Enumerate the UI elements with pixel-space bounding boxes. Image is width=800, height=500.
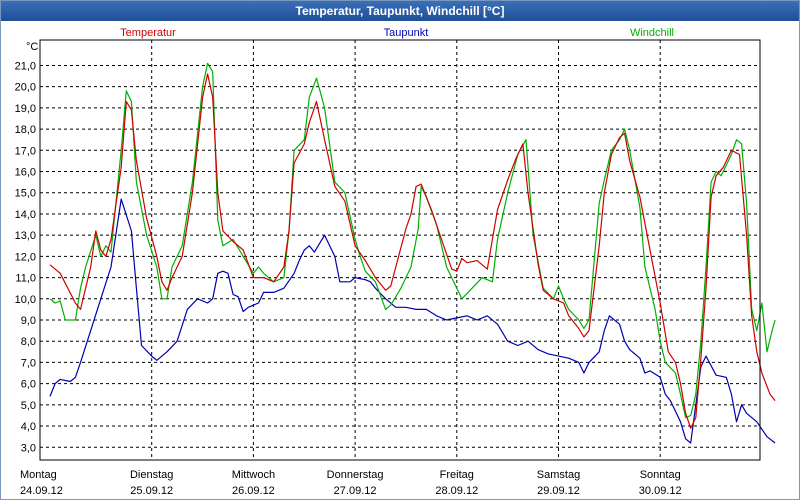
x-date-label: 30.09.12 (639, 485, 682, 497)
y-tick-label: 11,0 (15, 273, 36, 285)
legend-windchill: Windchill (630, 27, 674, 39)
x-day-label: Sonntag (640, 469, 681, 481)
legend-taupunkt: Taupunkt (384, 27, 429, 39)
y-tick-label: 9,0 (21, 315, 36, 327)
legend-temperatur: Temperatur (120, 27, 176, 39)
y-tick-label: 15,0 (15, 188, 36, 200)
y-tick-label: 16,0 (15, 167, 36, 179)
x-day-label: Dienstag (130, 469, 173, 481)
x-date-label: 24.09.12 (20, 485, 63, 497)
y-tick-label: 7,0 (21, 357, 36, 369)
y-tick-label: 14,0 (15, 209, 36, 221)
series-taupunkt (49, 198, 776, 444)
x-date-label: 26.09.12 (232, 485, 275, 497)
x-day-label: Samstag (537, 469, 580, 481)
x-date-label: 25.09.12 (130, 485, 173, 497)
y-tick-label: 20,0 (15, 82, 36, 94)
x-day-label: Mittwoch (232, 469, 275, 481)
y-tick-label: 18,0 (15, 124, 36, 136)
y-tick-labels: 3,0 4,0 5,0 6,0 7,0 8,0 9,0 10,0 11,0 12,0 13,0 14,… (15, 60, 36, 454)
x-tick-labels: Montag 24.09.12 Dienstag 25.09.12 Mittwoch 26… (20, 469, 682, 497)
x-date-label: 27.09.12 (334, 485, 377, 497)
chart-canvas: °C Temperatur Taupunkt Windchill 3,0 4,0 5… (15, 27, 776, 497)
y-tick-label: 10,0 (15, 294, 36, 306)
series-windchill (49, 62, 776, 419)
y-axis-unit: °C (26, 41, 38, 53)
y-tick-label: 17,0 (15, 145, 36, 157)
y-tick-label: 19,0 (15, 103, 36, 115)
y-tick-label: 21,0 (15, 60, 36, 72)
series-lines (49, 62, 776, 444)
y-tick-label: 6,0 (21, 379, 36, 391)
y-tick-label: 5,0 (21, 400, 36, 412)
y-tick-label: 12,0 (15, 251, 36, 263)
x-date-label: 29.09.12 (537, 485, 580, 497)
y-tick-label: 3,0 (21, 442, 36, 454)
y-tick-label: 13,0 (15, 230, 36, 242)
x-date-label: 28.09.12 (435, 485, 478, 497)
x-day-label: Freitag (440, 469, 474, 481)
y-tick-label: 8,0 (21, 336, 36, 348)
x-day-label: Donnerstag (327, 469, 384, 481)
x-day-label: Montag (20, 469, 57, 481)
y-tick-label: 4,0 (21, 421, 36, 433)
series-temperatur (49, 73, 776, 429)
